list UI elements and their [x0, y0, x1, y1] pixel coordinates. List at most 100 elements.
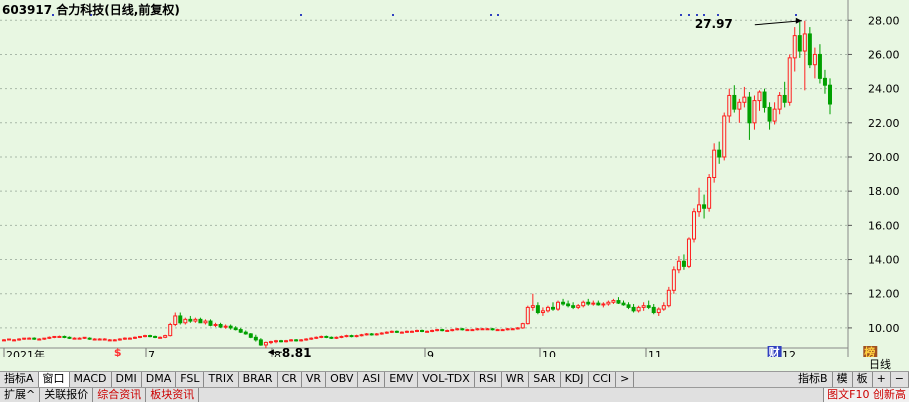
candle-body — [143, 335, 148, 338]
candle-body — [727, 94, 732, 117]
candle-body — [782, 94, 787, 103]
candle-body — [621, 302, 626, 306]
candle-body — [626, 304, 631, 308]
candle-body — [238, 329, 243, 333]
candle-body — [697, 204, 702, 213]
candle-body — [425, 330, 430, 333]
high-arrowhead — [795, 17, 802, 24]
candle-body — [72, 337, 77, 340]
tab-emv[interactable]: EMV — [385, 372, 419, 387]
kline-chart[interactable]: 10.00 12.00 14.00 16.00 18.00 20.00 22.00 24.00… — [0, 0, 909, 362]
price-tick-label: 16.00 — [868, 219, 900, 232]
candle-body — [329, 336, 334, 339]
candle-body — [279, 340, 284, 343]
month-label: 12 — [782, 349, 796, 357]
price-tick-label: 20.00 — [868, 151, 900, 164]
event-dot — [717, 14, 719, 16]
tab-vr[interactable]: VR — [302, 372, 327, 387]
tab-more-button[interactable]: > — [616, 372, 635, 387]
zoom-in-button[interactable]: + — [873, 372, 891, 387]
candle-body — [218, 323, 223, 328]
candle-body — [12, 339, 17, 342]
tab-kdj[interactable]: KDJ — [561, 372, 589, 387]
candle-body — [747, 96, 752, 124]
tab-macd[interactable]: MACD — [70, 372, 112, 387]
tab-template[interactable]: 模 — [833, 372, 853, 387]
period-label[interactable]: 日线 — [851, 359, 909, 371]
candle-body — [556, 301, 561, 310]
month-label: 7 — [148, 349, 155, 357]
candle-body — [228, 325, 233, 329]
candle-body — [712, 149, 717, 178]
candle-body — [97, 338, 102, 341]
tab-window[interactable]: 窗口 — [38, 372, 70, 387]
candle-body — [702, 204, 707, 209]
candle-body — [591, 302, 596, 305]
candle-body — [722, 115, 727, 158]
tab-obv[interactable]: OBV — [326, 372, 359, 387]
high-arrow — [754, 20, 802, 26]
candle-body — [32, 337, 37, 340]
candle-body — [289, 339, 294, 342]
candle-body — [17, 338, 22, 341]
candle-body — [515, 327, 520, 330]
candle-body — [304, 338, 309, 341]
tab-brar[interactable]: BRAR — [239, 372, 278, 387]
candle-body — [636, 306, 641, 312]
tab-vol-tdx[interactable]: VOL-TDX — [418, 372, 475, 387]
candle-body — [772, 108, 777, 122]
event-dot — [497, 14, 499, 16]
tab-rsi[interactable]: RSI — [475, 372, 502, 387]
candle-body — [344, 335, 349, 338]
candle-body — [233, 327, 238, 331]
candle-body — [178, 315, 183, 324]
tab-dmi[interactable]: DMI — [112, 372, 142, 387]
candle-body — [364, 333, 369, 336]
candle-body — [52, 335, 57, 338]
candle-body — [792, 35, 797, 59]
tab-cci[interactable]: CCI — [589, 372, 617, 387]
candle-body — [132, 336, 137, 339]
candle-body — [732, 94, 737, 110]
zoom-out-button[interactable]: − — [891, 372, 909, 387]
price-tick-label: 26.00 — [868, 48, 900, 61]
event-dot — [392, 14, 394, 16]
tab-dma[interactable]: DMA — [142, 372, 177, 387]
related-quotes-tab[interactable]: 关联报价 — [40, 388, 94, 402]
candle-body — [87, 337, 92, 340]
tab-cr[interactable]: CR — [278, 372, 302, 387]
f10-new-high-link[interactable]: 图文F10 创新高 — [823, 388, 909, 402]
tab-board[interactable]: 板 — [853, 372, 873, 387]
candle-body — [248, 333, 253, 338]
kline-svg[interactable]: 10.00 12.00 14.00 16.00 18.00 20.00 22.00 24.00… — [0, 0, 909, 362]
tab-trix[interactable]: TRIX — [204, 372, 239, 387]
tab-indicator-b[interactable]: 指标B — [794, 372, 833, 387]
candle-body — [646, 305, 651, 308]
candle-body — [389, 330, 394, 333]
price-tick-label: 22.00 — [868, 117, 900, 130]
candle-body — [369, 333, 374, 336]
candle-body — [430, 329, 435, 332]
candle-body — [208, 320, 213, 326]
sector-news-tab[interactable]: 板块资讯 — [146, 388, 200, 402]
candle-body — [525, 306, 530, 325]
general-news-tab[interactable]: 综合资讯 — [93, 388, 147, 402]
candle-body — [455, 328, 460, 331]
expand-tab[interactable]: 扩展^ — [0, 388, 41, 402]
info-tab-bar: 扩展^ 关联报价 综合资讯 板块资讯 图文F10 创新高 — [0, 387, 909, 402]
price-tick-label: 14.00 — [868, 254, 900, 267]
tab-sar[interactable]: SAR — [529, 372, 561, 387]
candle-body — [686, 238, 691, 267]
tab-fsl[interactable]: FSL — [176, 372, 205, 387]
candle-body — [324, 335, 329, 338]
candle-body — [737, 101, 742, 110]
price-tick-label: 12.00 — [868, 288, 900, 301]
candle-body — [707, 177, 712, 209]
tab-wr[interactable]: WR — [502, 372, 530, 387]
candle-body — [193, 318, 198, 322]
tab-spacer — [634, 372, 794, 387]
candle-body — [535, 305, 540, 314]
tab-indicator-a[interactable]: 指标A — [0, 372, 39, 387]
chart-title: 603917 合力科技(日线,前复权) — [2, 3, 180, 17]
tab-asi[interactable]: ASI — [358, 372, 386, 387]
